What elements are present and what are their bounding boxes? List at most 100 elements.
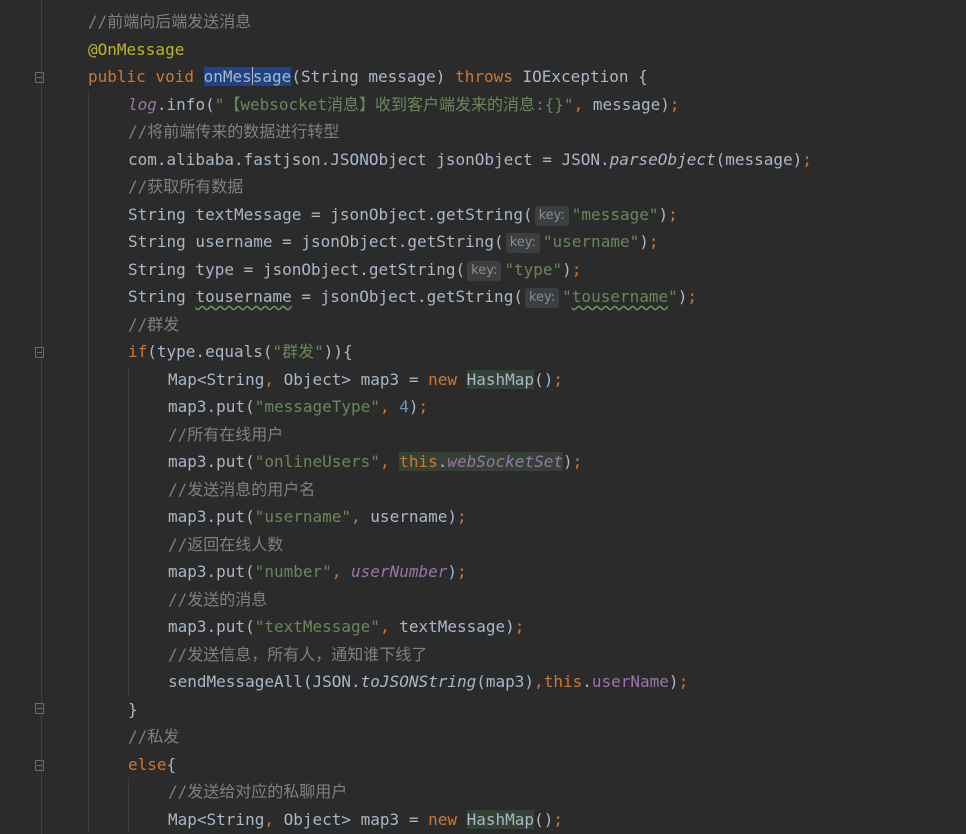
code-token: ; [457,562,467,581]
code-token: onMes [203,67,252,86]
indent-guide [128,448,129,476]
code-token: String type = jsonObject.getString( [128,259,466,279]
code-token: String username = jsonObject.getString( [128,232,504,251]
code-token: ) [639,232,649,251]
code-token: map3.put( [168,397,255,416]
code-token: ; [668,204,678,224]
code-token: tousername [195,287,292,306]
code-token: "【websocket消息】收到客户端发来的消息:{}" [214,94,574,114]
fold-end-icon[interactable] [35,703,44,714]
code-token: )){ [323,342,353,361]
code-line[interactable]: //发送给对应的私聊用户 [48,778,966,806]
code-token: ; [553,369,563,389]
code-line[interactable]: //获取所有数据 [48,173,966,201]
code-token: HashMap [466,369,535,389]
code-token: (type.equals( [147,342,273,361]
code-token: else [128,754,167,774]
indent-guide [128,558,129,586]
code-token: if [128,342,148,361]
code-line[interactable]: //群发 [48,310,966,338]
code-line[interactable]: //前端向后端发送消息 [48,8,966,36]
indent-guide [88,393,89,421]
code-line[interactable]: map3.put("username", username); [48,503,966,531]
code-token: "onlineUsers" [254,452,380,471]
code-line[interactable]: public void onMessage(String message) th… [48,63,966,91]
code-token: . [437,452,448,471]
code-token: //返回在线人数 [168,534,284,554]
code-line[interactable]: //发送消息的用户名 [48,475,966,503]
indent-guide [88,475,89,503]
code-token: { [166,754,177,774]
code-token: "textMessage" [254,617,380,636]
code-token: ; [572,452,583,471]
code-token: , [379,452,400,471]
code-token: ; [571,259,582,279]
code-token: Map<String [168,369,265,389]
code-line[interactable]: @OnMessage [48,36,966,64]
code-line[interactable]: map3.put("messageType", 4); [48,393,966,421]
code-text: map3.put("textMessage", textMessage); [168,613,524,641]
code-line[interactable]: Map<String, Object> map3 = new HashMap()… [48,365,966,393]
code-line[interactable]: //发送信息，所有人，通知谁下线了 [48,640,966,669]
code-line[interactable]: map3.put("number", userNumber); [48,558,966,586]
code-token: tousername [571,287,669,306]
code-token: ) [562,259,572,279]
indent-guide [128,778,129,806]
code-text: map3.put("number", userNumber); [168,558,467,586]
code-line[interactable]: String username = jsonObject.getString(k… [48,228,966,256]
code-line[interactable]: sendMessageAll(JSON.toJSONString(map3),t… [48,668,966,696]
code-line[interactable]: com.alibaba.fastjson.JSONObject jsonObje… [48,145,966,173]
code-text: //所有在线用户 [168,421,283,449]
code-token: , [351,507,371,526]
code-token: HashMap [466,809,535,829]
code-line[interactable]: log.info("【websocket消息】收到客户端发来的消息:{}", m… [48,90,966,118]
code-token: webSocketSet [447,452,563,471]
code-line[interactable]: if(type.equals("群发")){ [48,338,966,366]
code-editor[interactable]: //前端向后端发送消息 @OnMessage public void onMessa… [48,8,966,833]
code-line[interactable]: //返回在线人数 [48,530,966,558]
parameter-hint: key: [467,260,502,281]
code-token: ) [447,562,457,581]
code-line[interactable]: String textMessage = jsonObject.getStrin… [48,200,966,228]
code-token: //所有在线用户 [168,424,284,444]
code-token: ; [648,232,659,251]
indent-guide [128,475,129,503]
indent-guide [88,338,89,366]
code-token: userNumber [351,562,448,581]
code-token: String [128,287,196,306]
code-token: , [379,397,400,416]
code-text: String tousername = jsonObject.getString… [128,283,697,311]
code-token: //发送的消息 [168,589,268,609]
code-text: //发送信息，所有人，通知谁下线了 [168,641,427,669]
code-token: void [155,67,204,86]
code-text: @OnMessage [88,36,184,64]
code-line[interactable]: Map<String, Object> map3 = new HashMap()… [48,805,966,833]
code-token: , [534,672,544,691]
code-line[interactable]: String tousername = jsonObject.getString… [48,283,966,311]
code-token: ; [418,397,429,416]
code-line[interactable]: else{ [48,750,966,778]
code-line[interactable]: //私发 [48,723,966,751]
code-token: //发送信息，所有人，通知谁下线了 [168,644,428,664]
code-token: userName [591,672,669,691]
code-line[interactable]: //发送的消息 [48,585,966,613]
code-line[interactable]: String type = jsonObject.getString(key: "… [48,255,966,284]
code-token: throws [455,67,523,86]
code-line[interactable]: map3.put("onlineUsers", this.webSocketSe… [48,448,966,476]
code-token: new [428,809,467,829]
code-token: ; [457,507,467,526]
code-line[interactable]: } [48,695,966,723]
code-token: Object> map3 = [283,809,429,829]
indent-guide [88,228,89,256]
editor-gutter[interactable] [0,0,48,834]
fold-collapse-icon[interactable] [35,72,44,83]
code-token: String textMessage = jsonObject.getStrin… [128,204,533,224]
code-line[interactable]: map3.put("textMessage", textMessage); [48,613,966,641]
code-text: String type = jsonObject.getString(key: "… [128,256,581,284]
fold-collapse-icon[interactable] [35,760,44,771]
indent-guide [88,283,89,311]
code-line[interactable]: //将前端传来的数据进行转型 [48,118,966,146]
code-line[interactable]: //所有在线用户 [48,420,966,449]
fold-collapse-icon[interactable] [35,347,44,358]
code-token: toJSONString [360,672,477,691]
